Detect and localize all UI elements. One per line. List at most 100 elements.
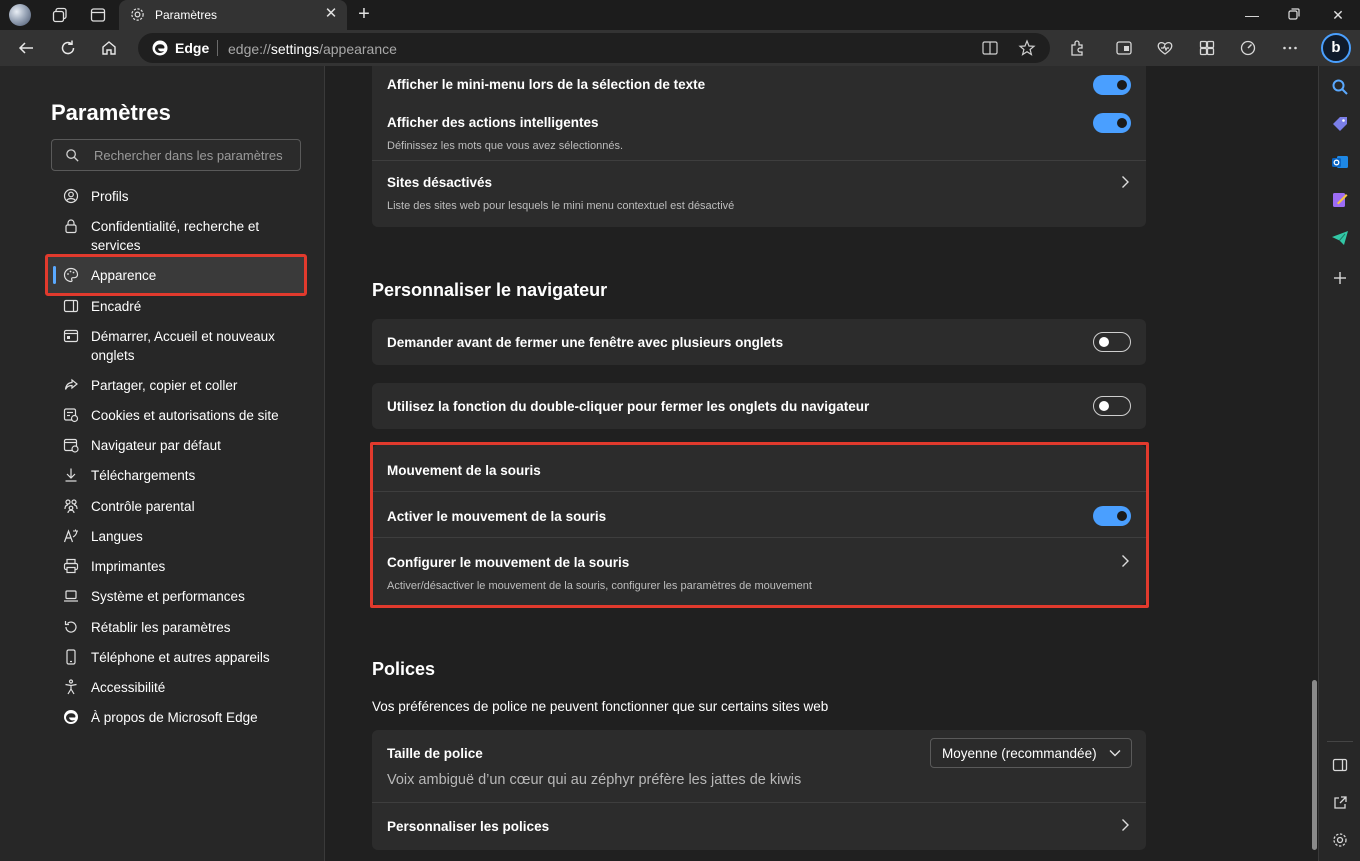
disabled-sites-label: Sites désactivés: [387, 175, 493, 190]
smart-actions-description: Définissez les mots que vous avez sélect…: [387, 140, 624, 152]
printer-icon: [63, 558, 79, 574]
sidebar-settings-icon[interactable]: [1330, 830, 1350, 850]
nav-item-a-propos[interactable]: À propos de Microsoft Edge: [60, 708, 290, 727]
home-tabs-icon: [63, 329, 79, 343]
customize-fonts-row[interactable]: Personnaliser les polices: [372, 803, 1146, 849]
chevron-right-icon: [1122, 819, 1129, 831]
font-size-select[interactable]: Moyenne (recommandée): [930, 738, 1132, 768]
reset-icon: [64, 621, 77, 633]
double-click-label: Utilisez la fonction du double-cliquer p…: [387, 399, 870, 414]
nav-item-langues[interactable]: Langues: [60, 527, 290, 546]
highlight-box-mouse-gesture: [370, 442, 1149, 608]
add-sidebar-app-icon[interactable]: [1330, 268, 1350, 288]
workspaces-icon[interactable]: [48, 4, 72, 26]
nav-item-confidentialite[interactable]: Confidentialité, recherche et services: [60, 217, 290, 255]
gear-icon: [131, 8, 144, 21]
address-bar[interactable]: Edge edge://settings/appearance: [138, 33, 1050, 63]
hide-sidebar-icon[interactable]: [1330, 755, 1350, 775]
new-tab-button[interactable]: +: [353, 4, 375, 26]
show-mini-menu-label: Afficher le mini-menu lors de la sélecti…: [387, 77, 706, 92]
highlight-box-apparence: [45, 254, 307, 296]
tab-title: Paramètres: [155, 8, 218, 22]
nav-item-retablir[interactable]: Rétablir les paramètres: [60, 618, 290, 637]
sidebar-search-icon[interactable]: [1330, 77, 1350, 97]
scrollbar-thumb[interactable]: [1312, 680, 1317, 850]
back-icon[interactable]: [14, 36, 38, 60]
ask-close-card: Demander avant de fermer une fenêtre ave…: [372, 319, 1146, 365]
edge-icon: [64, 710, 78, 724]
language-icon: [63, 529, 78, 543]
title-bar: Paramètres ✕ + — ✕: [0, 0, 1360, 30]
nav-item-partager[interactable]: Partager, copier et coller: [60, 376, 290, 395]
search-icon: [66, 149, 79, 162]
font-preview-text: Voix ambiguë d’un cœur qui au zéphyr pré…: [387, 772, 802, 788]
font-size-value: Moyenne (recommandée): [942, 746, 1097, 761]
nav-item-accessibilite[interactable]: Accessibilité: [60, 678, 290, 697]
ask-close-toggle[interactable]: [1093, 332, 1131, 352]
default-browser-icon: [63, 438, 79, 453]
favorite-star-icon[interactable]: [1018, 39, 1036, 57]
home-icon[interactable]: [97, 36, 121, 60]
collections-icon[interactable]: [1197, 38, 1217, 58]
phone-icon: [66, 649, 76, 665]
split-screen-icon[interactable]: [1114, 38, 1134, 58]
edge-icon: [152, 40, 168, 56]
designer-icon[interactable]: [1330, 190, 1350, 210]
restore-button[interactable]: [1284, 5, 1304, 25]
nav-item-telephone[interactable]: Téléphone et autres appareils: [60, 648, 290, 667]
show-mini-menu-toggle[interactable]: [1093, 75, 1131, 95]
nav-item-navigateur-defaut[interactable]: Navigateur par défaut: [60, 436, 290, 455]
nav-item-demarrer[interactable]: Démarrer, Accueil et nouveaux onglets: [60, 327, 290, 365]
edge-sidebar: [1318, 66, 1360, 861]
shopping-tag-icon[interactable]: [1330, 114, 1350, 134]
tab-actions-icon[interactable]: [86, 4, 110, 26]
search-input[interactable]: [94, 140, 294, 170]
fonts-note: Vos préférences de police ne peuvent fon…: [372, 699, 829, 714]
nav-item-encadre[interactable]: Encadré: [60, 297, 290, 316]
outlook-icon[interactable]: [1330, 152, 1350, 172]
performance-icon[interactable]: [1238, 38, 1258, 58]
customize-heading: Personnaliser le navigateur: [372, 280, 608, 300]
refresh-icon[interactable]: [56, 36, 80, 60]
font-size-label: Taille de police: [387, 746, 483, 761]
nav-item-cookies[interactable]: Cookies et autorisations de site: [60, 406, 290, 425]
disabled-sites-row[interactable]: Sites désactivés Liste des sites web pou…: [372, 161, 1146, 223]
nav-item-profils[interactable]: Profils: [60, 187, 290, 206]
mini-menu-card: Afficher le mini-menu lors de la sélecti…: [372, 66, 1146, 227]
telegram-icon[interactable]: [1330, 228, 1350, 248]
accessibility-icon: [65, 679, 77, 695]
nav-item-controle-parental[interactable]: Contrôle parental: [60, 497, 290, 516]
smart-actions-label: Afficher des actions intelligentes: [387, 115, 599, 130]
smart-actions-toggle[interactable]: [1093, 113, 1131, 133]
url-text: edge://settings/appearance: [228, 41, 397, 57]
double-click-toggle[interactable]: [1093, 396, 1131, 416]
nav-item-imprimantes[interactable]: Imprimantes: [60, 557, 290, 576]
settings-content: Afficher le mini-menu lors de la sélecti…: [326, 66, 1316, 861]
download-icon: [65, 468, 77, 482]
profile-icon: [63, 188, 79, 204]
lock-icon: [65, 219, 77, 234]
more-options-icon[interactable]: [1280, 38, 1300, 58]
customize-fonts-label: Personnaliser les polices: [387, 819, 550, 834]
open-external-icon[interactable]: [1330, 793, 1350, 813]
cookies-icon: [63, 408, 79, 423]
nav-item-telechargements[interactable]: Téléchargements: [60, 466, 290, 485]
fonts-card: Taille de police Moyenne (recommandée) V…: [372, 730, 1146, 850]
profile-avatar[interactable]: [9, 4, 31, 26]
laptop-icon: [64, 590, 78, 602]
browser-toolbar: Edge edge://settings/appearance b: [0, 30, 1360, 66]
fonts-heading: Polices: [372, 659, 436, 679]
share-icon: [64, 378, 78, 390]
close-window-button[interactable]: ✕: [1328, 5, 1348, 25]
extensions-icon[interactable]: [1068, 38, 1088, 58]
double-click-card: Utilisez la fonction du double-cliquer p…: [372, 383, 1146, 429]
bing-copilot-icon[interactable]: b: [1321, 33, 1351, 63]
close-tab-icon[interactable]: ✕: [323, 6, 339, 22]
tab-settings[interactable]: Paramètres ✕: [119, 0, 347, 30]
browser-essentials-icon[interactable]: [1155, 38, 1175, 58]
settings-search[interactable]: [51, 139, 301, 171]
minimize-button[interactable]: —: [1242, 5, 1262, 25]
chevron-down-icon: [1109, 750, 1121, 757]
nav-item-systeme[interactable]: Système et performances: [60, 587, 290, 606]
reader-view-icon[interactable]: [981, 39, 999, 57]
